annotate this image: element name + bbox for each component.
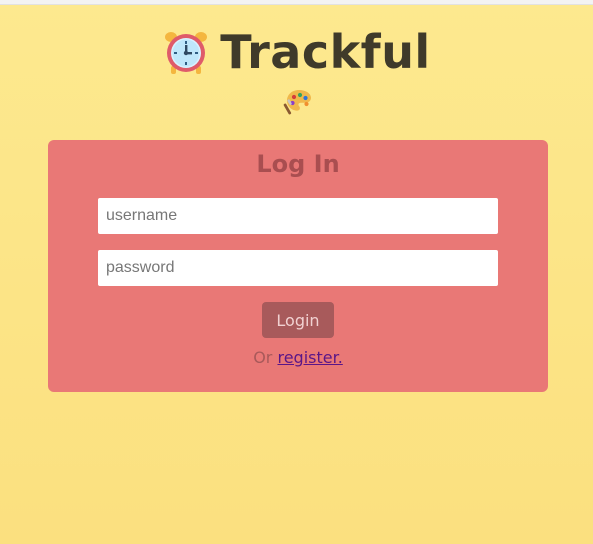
alarm-clock-icon [165, 32, 208, 74]
top-strip [0, 0, 593, 5]
password-field[interactable] [98, 250, 498, 286]
title-row: Trackful [162, 26, 430, 78]
login-card: Log In Login Or register. [48, 140, 548, 392]
palette-wrap [283, 85, 315, 117]
register-line: Or register. [48, 348, 548, 367]
username-field[interactable] [98, 198, 498, 234]
header: Trackful [0, 26, 593, 81]
login-button[interactable]: Login [262, 302, 334, 338]
app-title: Trackful [220, 25, 431, 79]
register-prefix: Or [253, 348, 273, 367]
artist-palette-icon [283, 90, 311, 115]
login-heading: Log In [256, 150, 340, 178]
register-link[interactable]: register. [277, 348, 342, 367]
